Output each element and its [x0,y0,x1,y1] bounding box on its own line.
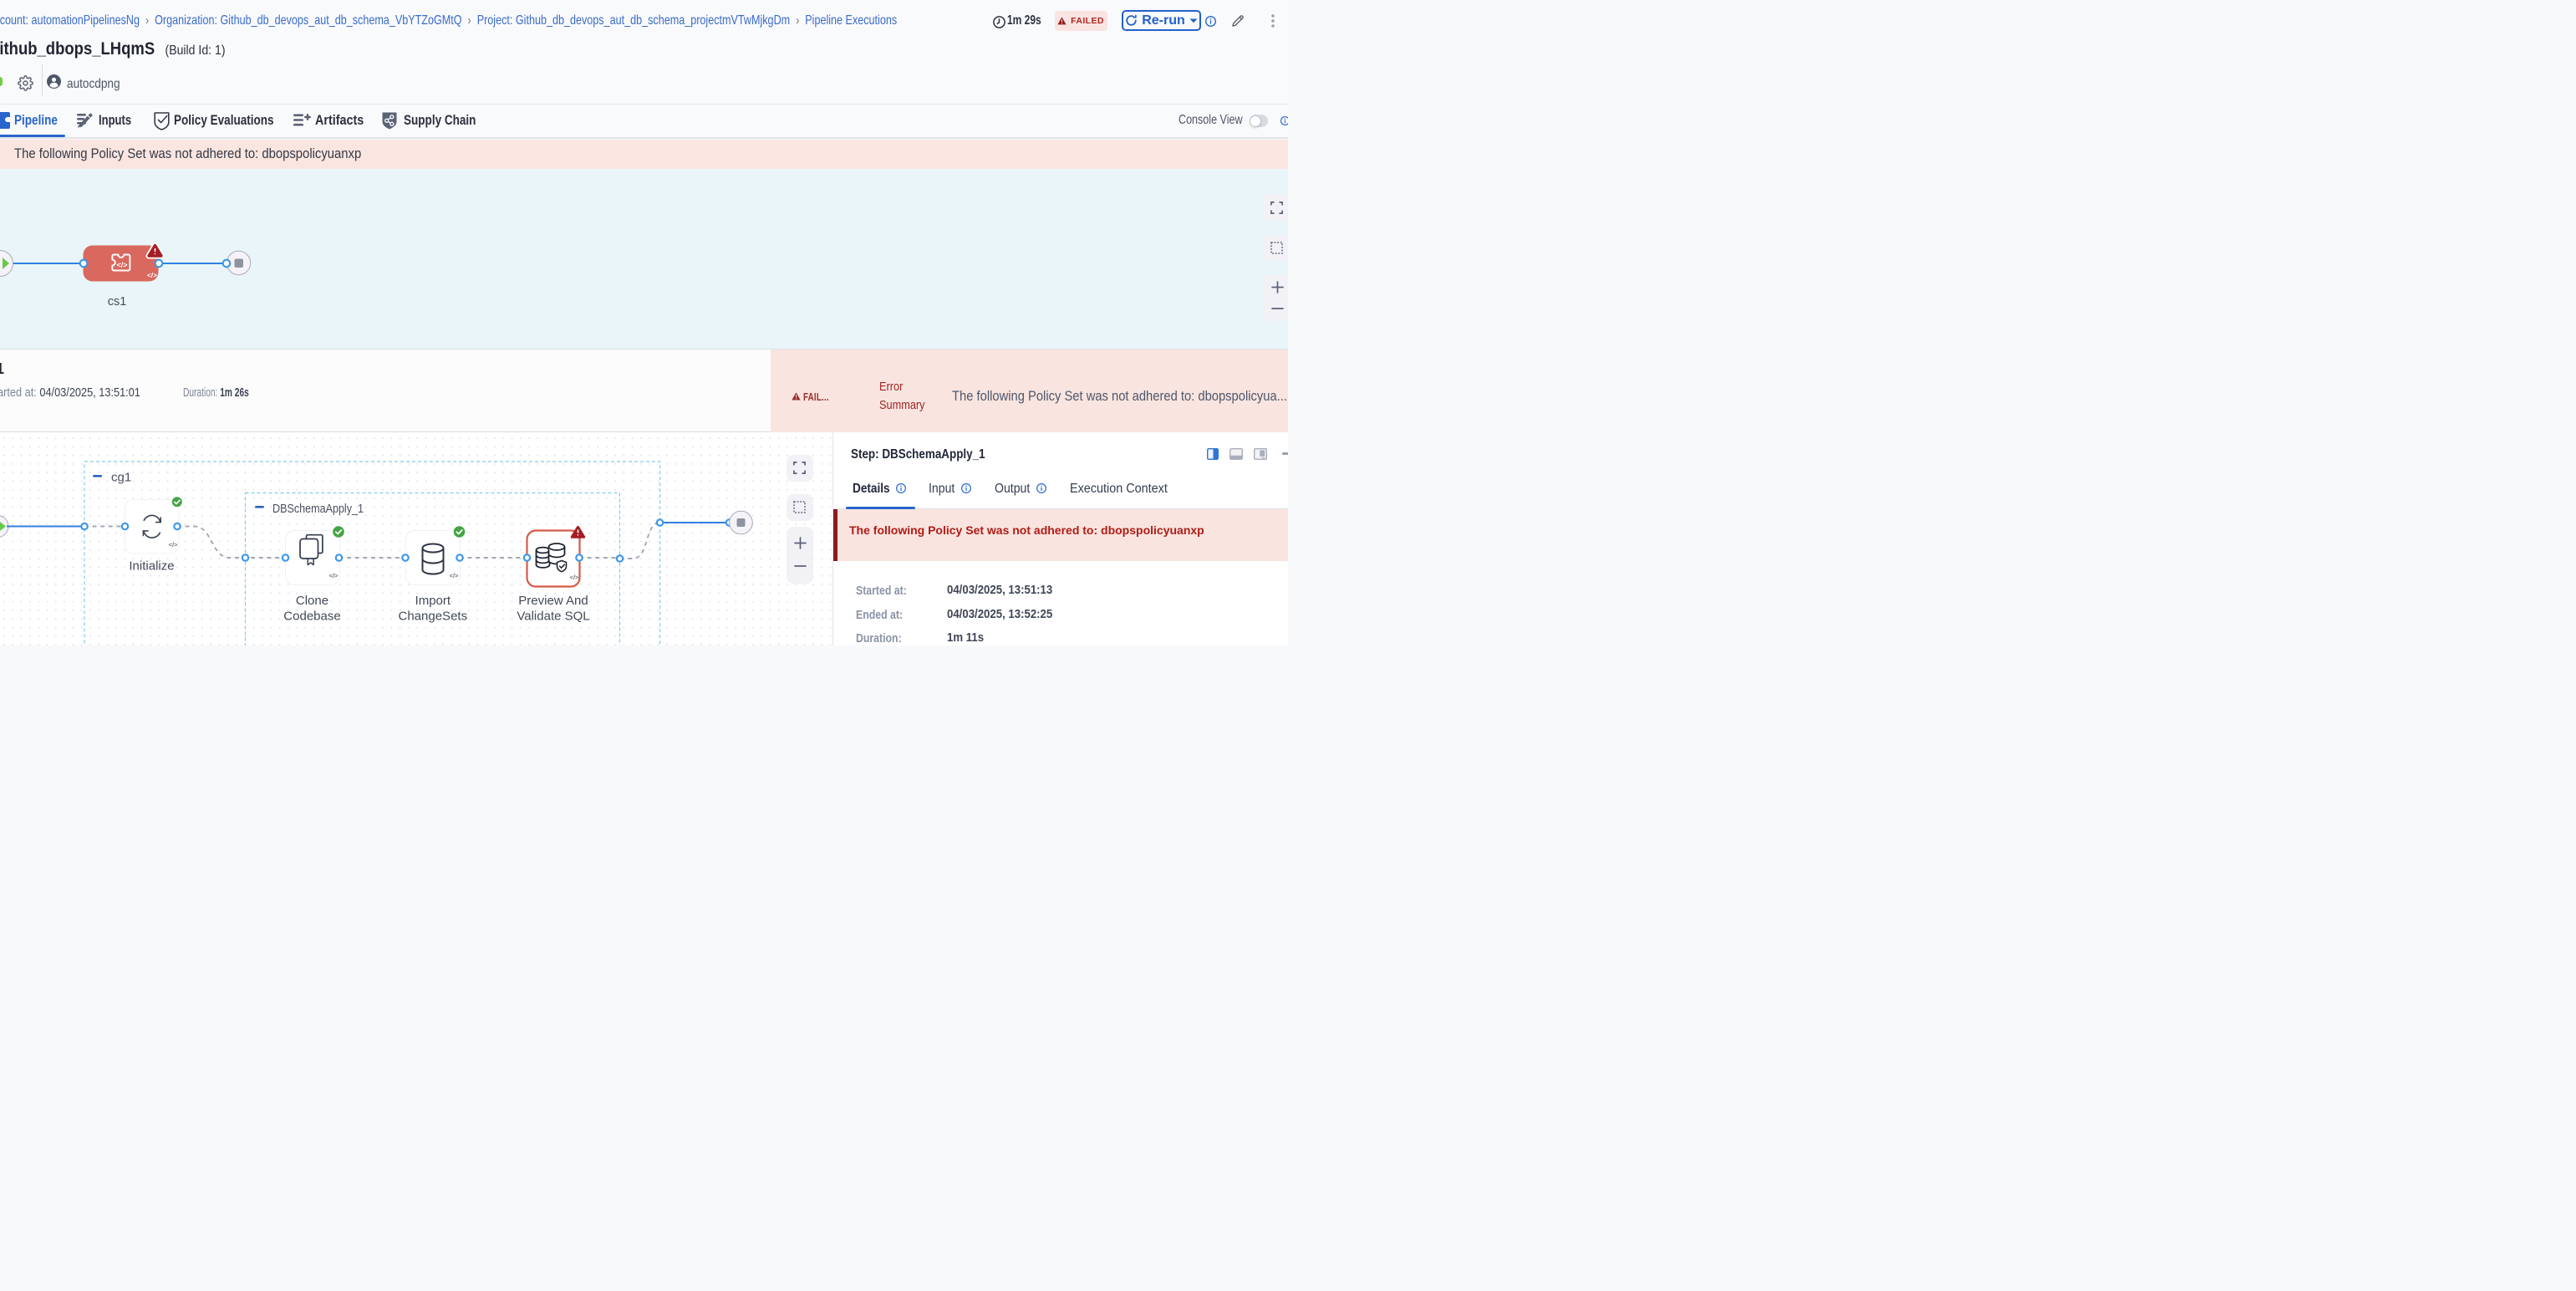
svg-text:Import: Import [415,594,451,608]
svg-text:Codebase: Codebase [283,610,340,624]
svg-text:ChangeSets: ChangeSets [399,610,468,624]
svg-text:Clone: Clone [296,594,328,608]
svg-text:</>: </> [329,572,339,579]
svg-text:</>: </> [116,261,127,269]
svg-text:cg1: cg1 [111,471,131,485]
svg-text:Preview And: Preview And [518,594,588,608]
svg-text:</>: </> [570,574,579,581]
svg-text:Validate SQL: Validate SQL [517,610,589,624]
svg-text:DBSchemaApply_1: DBSchemaApply_1 [272,502,364,516]
svg-text:cs1: cs1 [108,295,127,309]
svg-text:</>: </> [169,541,178,549]
svg-text:</>: </> [450,572,459,579]
svg-text:</>: </> [147,271,157,279]
svg-text:Initialize: Initialize [129,559,174,574]
